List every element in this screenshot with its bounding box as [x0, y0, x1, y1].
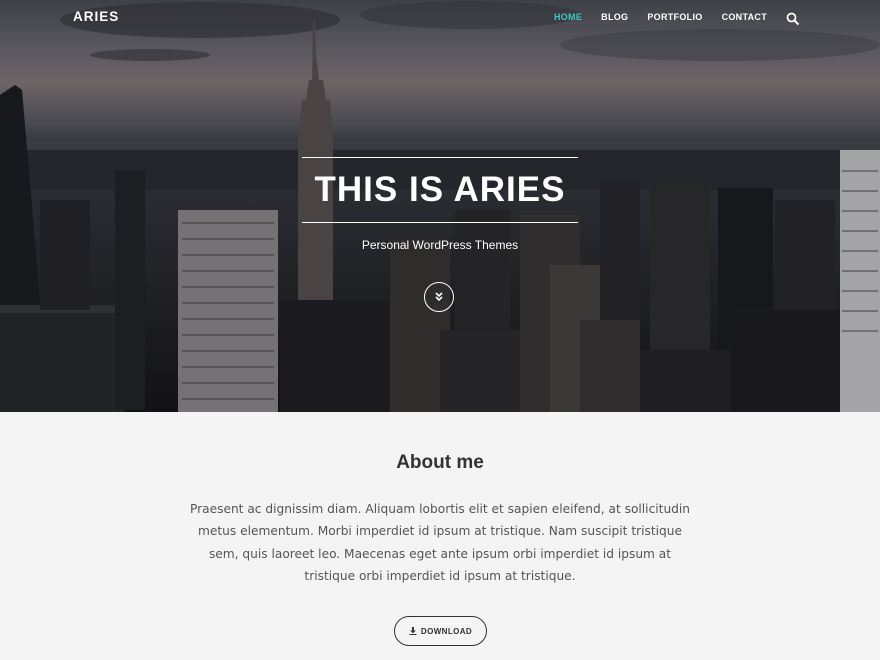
scroll-down-button[interactable]	[424, 282, 454, 312]
menu-item-blog[interactable]: BLOG	[601, 12, 628, 22]
about-section: About me Praesent ac dignissim diam. Ali…	[0, 412, 880, 660]
menu-item-contact[interactable]: CONTACT	[722, 12, 767, 22]
about-title: About me	[396, 452, 484, 473]
download-label: DOWNLOAD	[420, 626, 473, 636]
chevron-double-down-icon	[435, 292, 443, 302]
top-navigation: ARIES HOME BLOG PORTFOLIO CONTACT	[0, 0, 880, 34]
hero-banner: ARIES HOME BLOG PORTFOLIO CONTACT THIS I…	[0, 0, 880, 412]
hero-title-frame: THIS IS ARIES	[302, 157, 578, 223]
search-icon[interactable]	[786, 11, 800, 26]
main-menu: HOME BLOG PORTFOLIO CONTACT	[554, 12, 767, 22]
menu-item-home[interactable]: HOME	[554, 12, 582, 22]
hero-subtitle: Personal WordPress Themes	[361, 238, 519, 252]
about-text: Praesent ac dignissim diam. Aliquam lobo…	[190, 502, 691, 583]
site-logo[interactable]: ARIES	[73, 9, 119, 24]
hero-title: THIS IS ARIES	[314, 170, 566, 209]
download-icon	[409, 627, 417, 635]
menu-item-portfolio[interactable]: PORTFOLIO	[647, 12, 702, 22]
download-button[interactable]: DOWNLOAD	[394, 616, 487, 646]
